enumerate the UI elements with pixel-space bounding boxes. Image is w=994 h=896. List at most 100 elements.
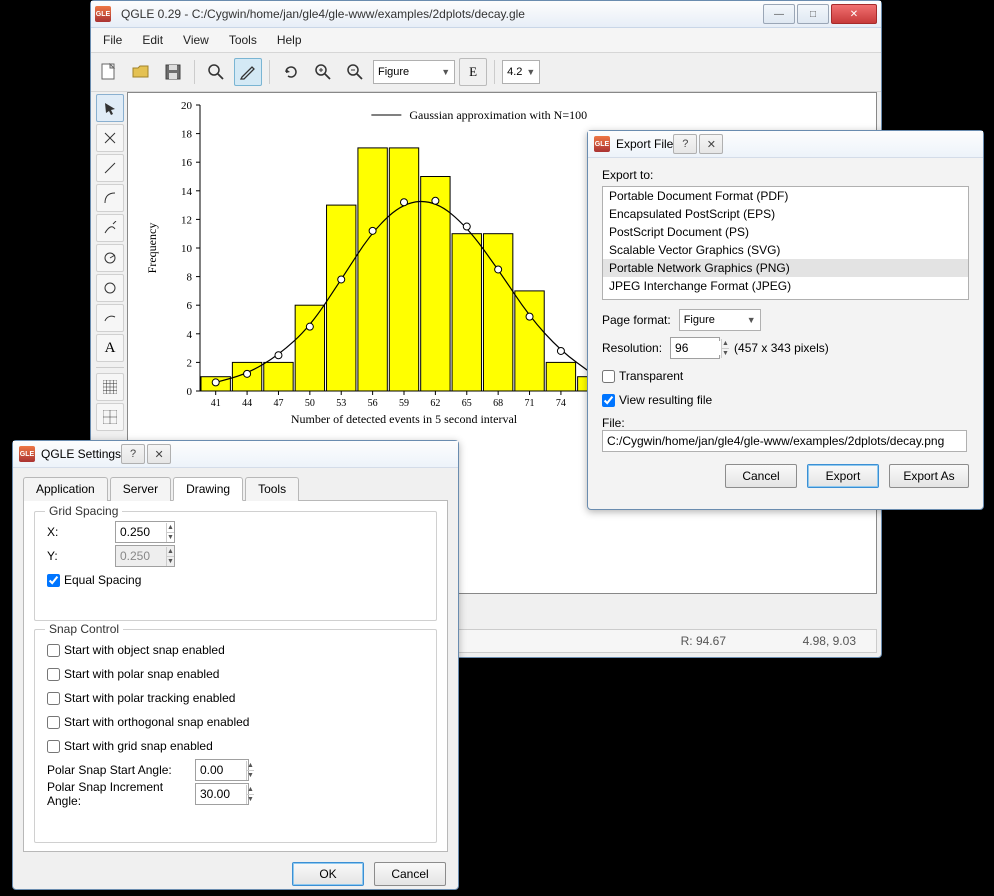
menu-file[interactable]: File <box>99 30 126 50</box>
svg-text:Frequency: Frequency <box>145 223 159 274</box>
line-tool[interactable] <box>96 154 124 182</box>
spin-arrows[interactable]: ▲▼ <box>246 761 254 780</box>
folder-icon <box>132 64 150 80</box>
grid-coarse-tool[interactable] <box>96 403 124 431</box>
menu-tools[interactable]: Tools <box>225 30 261 50</box>
open-file-button[interactable] <box>127 58 155 86</box>
equal-spacing-check[interactable]: Equal Spacing <box>47 573 141 587</box>
chart-svg: 0246810121416182041444750535659626568717… <box>138 95 618 431</box>
format-item[interactable]: Encapsulated PostScript (EPS) <box>603 205 968 223</box>
svg-text:65: 65 <box>462 398 472 409</box>
status-r: R: 94.67 <box>656 634 726 648</box>
menu-help[interactable]: Help <box>273 30 306 50</box>
pointer-icon <box>103 101 117 115</box>
magnify-button[interactable] <box>202 58 230 86</box>
ellipse-tool[interactable] <box>96 274 124 302</box>
close-button[interactable]: ✕ <box>831 4 877 24</box>
snap-checkbox-4[interactable] <box>47 740 60 753</box>
snap-checkbox-2[interactable] <box>47 692 60 705</box>
curve-tool[interactable] <box>96 184 124 212</box>
zoom-out-button[interactable] <box>341 58 369 86</box>
export-as-button[interactable]: Export As <box>889 464 969 488</box>
close-button[interactable]: ✕ <box>699 134 723 154</box>
settings-titlebar[interactable]: GLE QGLE Settings ? ✕ <box>13 441 458 468</box>
snap-option-4[interactable]: Start with grid snap enabled <box>47 739 213 753</box>
tangent-tool[interactable] <box>96 214 124 242</box>
spin-arrows[interactable]: ▲▼ <box>721 339 729 358</box>
equal-spacing-checkbox[interactable] <box>47 574 60 587</box>
format-item[interactable]: PostScript Document (PS) <box>603 223 968 241</box>
polar-start-input[interactable] <box>196 763 246 777</box>
edit-code-button[interactable] <box>234 58 262 86</box>
grid-fine-tool[interactable] <box>96 373 124 401</box>
left-toolbar: A <box>95 92 125 433</box>
pointer-tool[interactable] <box>96 94 124 122</box>
grid-spacing-group: Grid Spacing X: ▲▼ Y: ▲▼ Equal Spacing <box>34 511 437 621</box>
page-format-label: Page format: <box>602 313 671 327</box>
svg-text:2: 2 <box>187 357 193 369</box>
view-resulting-checkbox[interactable] <box>602 394 615 407</box>
transparent-checkbox[interactable] <box>602 370 615 383</box>
view-resulting-check[interactable]: View resulting file <box>602 393 712 407</box>
menu-edit[interactable]: Edit <box>138 30 167 50</box>
curve-icon <box>103 191 117 205</box>
tab-server[interactable]: Server <box>110 477 171 501</box>
tab-drawing[interactable]: Drawing <box>173 477 243 501</box>
transparent-check[interactable]: Transparent <box>602 369 683 383</box>
settings-tabs: Application Server Drawing Tools <box>23 476 448 501</box>
help-button[interactable]: ? <box>121 444 145 464</box>
format-item[interactable]: Portable Document Format (PDF) <box>603 187 968 205</box>
cancel-button[interactable]: Cancel <box>374 862 446 886</box>
help-button[interactable]: ? <box>673 134 697 154</box>
cancel-button[interactable]: Cancel <box>725 464 797 488</box>
snap-checkbox-3[interactable] <box>47 716 60 729</box>
format-item[interactable]: Portable Network Graphics (PNG) <box>603 259 968 277</box>
reload-button[interactable] <box>277 58 305 86</box>
x-spinbox[interactable]: ▲▼ <box>115 521 175 543</box>
format-listbox[interactable]: Portable Document Format (PDF)Encapsulat… <box>602 186 969 300</box>
tab-application[interactable]: Application <box>23 477 108 501</box>
app-logo-icon: GLE <box>95 6 111 22</box>
spin-arrows[interactable]: ▲▼ <box>246 785 254 804</box>
polar-inc-input[interactable] <box>196 787 246 801</box>
svg-text:14: 14 <box>181 186 193 198</box>
zoom-select[interactable]: 4.2 ▼ <box>502 60 540 84</box>
polar-start-spinbox[interactable]: ▲▼ <box>195 759 249 781</box>
snap-option-3[interactable]: Start with orthogonal snap enabled <box>47 715 249 729</box>
menu-view[interactable]: View <box>179 30 213 50</box>
e-button[interactable]: E <box>459 58 487 86</box>
polar-start-label: Polar Snap Start Angle: <box>47 763 187 777</box>
snap-option-2[interactable]: Start with polar tracking enabled <box>47 691 235 705</box>
close-button[interactable]: ✕ <box>147 444 171 464</box>
format-item[interactable]: JPEG Interchange Format (JPEG) <box>603 277 968 295</box>
maximize-button[interactable]: □ <box>797 4 829 24</box>
arc-tool[interactable] <box>96 304 124 332</box>
snap-option-1[interactable]: Start with polar snap enabled <box>47 667 219 681</box>
zoom-in-button[interactable] <box>309 58 337 86</box>
snap-option-0[interactable]: Start with object snap enabled <box>47 643 225 657</box>
x-input[interactable] <box>116 525 166 539</box>
circle-tool[interactable] <box>96 244 124 272</box>
polar-inc-spinbox[interactable]: ▲▼ <box>195 783 249 805</box>
tab-tools[interactable]: Tools <box>245 477 299 501</box>
export-titlebar[interactable]: GLE Export File ? ✕ <box>588 131 983 158</box>
file-input[interactable] <box>602 430 967 452</box>
snap-checkbox-0[interactable] <box>47 644 60 657</box>
minimize-button[interactable]: — <box>763 4 795 24</box>
main-titlebar[interactable]: GLE QGLE 0.29 - C:/Cygwin/home/jan/gle4/… <box>91 1 881 28</box>
resolution-spinbox[interactable]: ▲▼ <box>670 337 720 359</box>
grid-coarse-icon <box>103 410 117 424</box>
page-format-select[interactable]: Figure ▼ <box>679 309 761 331</box>
export-button[interactable]: Export <box>807 464 879 488</box>
format-item[interactable]: Scalable Vector Graphics (SVG) <box>603 241 968 259</box>
figure-select-label: Figure <box>378 66 409 78</box>
ok-button[interactable]: OK <box>292 862 364 886</box>
figure-select[interactable]: Figure ▼ <box>373 60 455 84</box>
new-file-button[interactable] <box>95 58 123 86</box>
save-file-button[interactable] <box>159 58 187 86</box>
snap-checkbox-1[interactable] <box>47 668 60 681</box>
cross-tool[interactable] <box>96 124 124 152</box>
resolution-input[interactable] <box>671 341 721 355</box>
spin-arrows[interactable]: ▲▼ <box>166 523 174 542</box>
text-tool[interactable]: A <box>96 334 124 362</box>
